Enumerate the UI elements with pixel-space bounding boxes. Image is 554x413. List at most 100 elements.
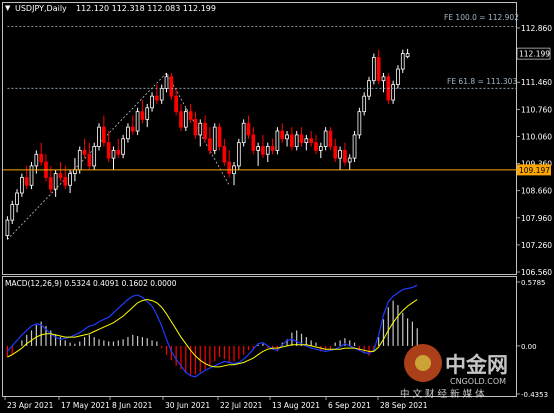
macd-tick-label: -0.4353 xyxy=(521,391,548,399)
candle-body xyxy=(376,57,381,82)
brand-tagline: 中 文 财 经 新 媒 体 xyxy=(400,388,485,400)
candle-body xyxy=(48,177,53,190)
candle-body xyxy=(82,149,87,155)
candle-body xyxy=(357,111,362,136)
candle-body xyxy=(338,149,342,159)
date-tick-label: 30 Jun 2021 xyxy=(165,401,210,410)
macd-label: MACD(12,26,9) 0.5324 0.4091 0.1602 0.000… xyxy=(5,279,177,288)
candle-body xyxy=(217,126,222,147)
price-tick-label: 106.560 xyxy=(521,268,552,277)
candle-body xyxy=(150,95,154,109)
chart-canvas[interactable]: 0.5785 0.00 -0.4353 112.860 112.199 111.460 1… xyxy=(0,0,554,413)
candle-body xyxy=(126,126,130,140)
date-tick-label: 17 May 2021 xyxy=(61,401,110,410)
candle-body xyxy=(188,111,193,120)
candle-body xyxy=(164,76,169,89)
candle-body xyxy=(352,134,357,159)
date-tick-label: 6 Sep 2021 xyxy=(328,401,371,410)
candle-body xyxy=(68,173,72,186)
candle-body xyxy=(328,130,333,147)
price-tick-label: 112.860 xyxy=(521,24,552,33)
candle-body xyxy=(285,134,289,140)
candle-body xyxy=(294,134,299,147)
candle-body xyxy=(53,173,58,190)
candle-body xyxy=(116,149,121,155)
symbol-dropdown-icon[interactable]: ▼ xyxy=(5,4,11,12)
candle-body xyxy=(87,153,92,167)
candle-body xyxy=(39,153,43,163)
fe-618-label: FE 61.8 = 111.303 xyxy=(447,77,517,86)
candle-body xyxy=(92,146,97,167)
fe-100-label: FE 100.0 = 112.902 xyxy=(444,13,519,22)
candle-body xyxy=(77,149,82,171)
date-tick-label: 28 Sep 2021 xyxy=(380,401,428,410)
candle-body xyxy=(381,76,386,82)
ohlc-readout: 112.120 112.318 112.083 112.199 xyxy=(76,4,216,13)
candle-body xyxy=(203,122,207,140)
candle-body xyxy=(396,68,400,85)
candle-body xyxy=(241,122,246,144)
candle-body xyxy=(5,219,10,236)
candle-body xyxy=(405,53,410,58)
candle-body xyxy=(347,157,352,163)
date-tick-label: 13 Aug 2021 xyxy=(272,401,320,410)
candle-body xyxy=(140,111,145,120)
price-tick-label: 111.460 xyxy=(521,78,552,87)
candle-body xyxy=(10,204,15,221)
current-price-label: 112.199 xyxy=(519,50,550,59)
candle-body xyxy=(20,177,24,194)
candle-body xyxy=(198,122,203,136)
candle-body xyxy=(208,138,212,151)
macd-tick-label: 0.5785 xyxy=(521,279,546,287)
candle-body xyxy=(169,76,174,97)
candle-body xyxy=(58,173,63,178)
candle-body xyxy=(34,153,39,167)
candle-body xyxy=(333,146,338,159)
macd-tick-label: 0.00 xyxy=(521,343,537,351)
candle-body xyxy=(174,95,179,113)
candle-body xyxy=(309,138,313,144)
support-price-label: 109.197 xyxy=(519,166,550,175)
candle-body xyxy=(29,165,34,186)
candle-body xyxy=(222,146,227,163)
candle-body xyxy=(318,146,323,151)
candle-body xyxy=(130,126,135,132)
candle-body xyxy=(121,138,125,155)
candle-body xyxy=(251,134,256,151)
date-tick-label: 8 Jun 2021 xyxy=(112,401,153,410)
candle-body xyxy=(280,130,285,140)
candle-body xyxy=(256,146,260,151)
date-tick-label: 23 Apr 2021 xyxy=(7,401,54,410)
candle-body xyxy=(391,84,395,101)
candle-body xyxy=(212,126,217,151)
price-tick-label: 107.260 xyxy=(521,241,552,250)
candle-body xyxy=(261,146,265,155)
candle-body xyxy=(299,134,304,144)
candle-body xyxy=(111,149,116,159)
candle-body xyxy=(275,130,280,151)
candle-body xyxy=(15,192,19,206)
candle-body xyxy=(362,95,367,113)
candle-body xyxy=(236,142,241,167)
candle-body xyxy=(400,53,405,70)
candle-body xyxy=(304,138,309,144)
candle-body xyxy=(193,119,198,136)
candle-body xyxy=(179,111,183,128)
candle-body xyxy=(183,111,188,128)
candle-body xyxy=(227,161,232,175)
brand-logo-inner xyxy=(415,355,431,371)
candle-body xyxy=(97,126,101,147)
candle-body xyxy=(63,177,68,186)
candle-body xyxy=(101,126,106,144)
date-tick-label: 22 Jul 2021 xyxy=(220,401,263,410)
candle-body xyxy=(155,95,159,101)
candle-body xyxy=(371,57,376,82)
price-tick-label: 108.660 xyxy=(521,187,552,196)
candle-body xyxy=(135,111,140,132)
price-tick-label: 110.760 xyxy=(521,105,552,114)
price-tick-label: 107.960 xyxy=(521,214,552,223)
candle-body xyxy=(145,107,150,120)
candle-body xyxy=(246,122,251,136)
candle-body xyxy=(159,88,164,101)
candle-body xyxy=(290,134,294,147)
